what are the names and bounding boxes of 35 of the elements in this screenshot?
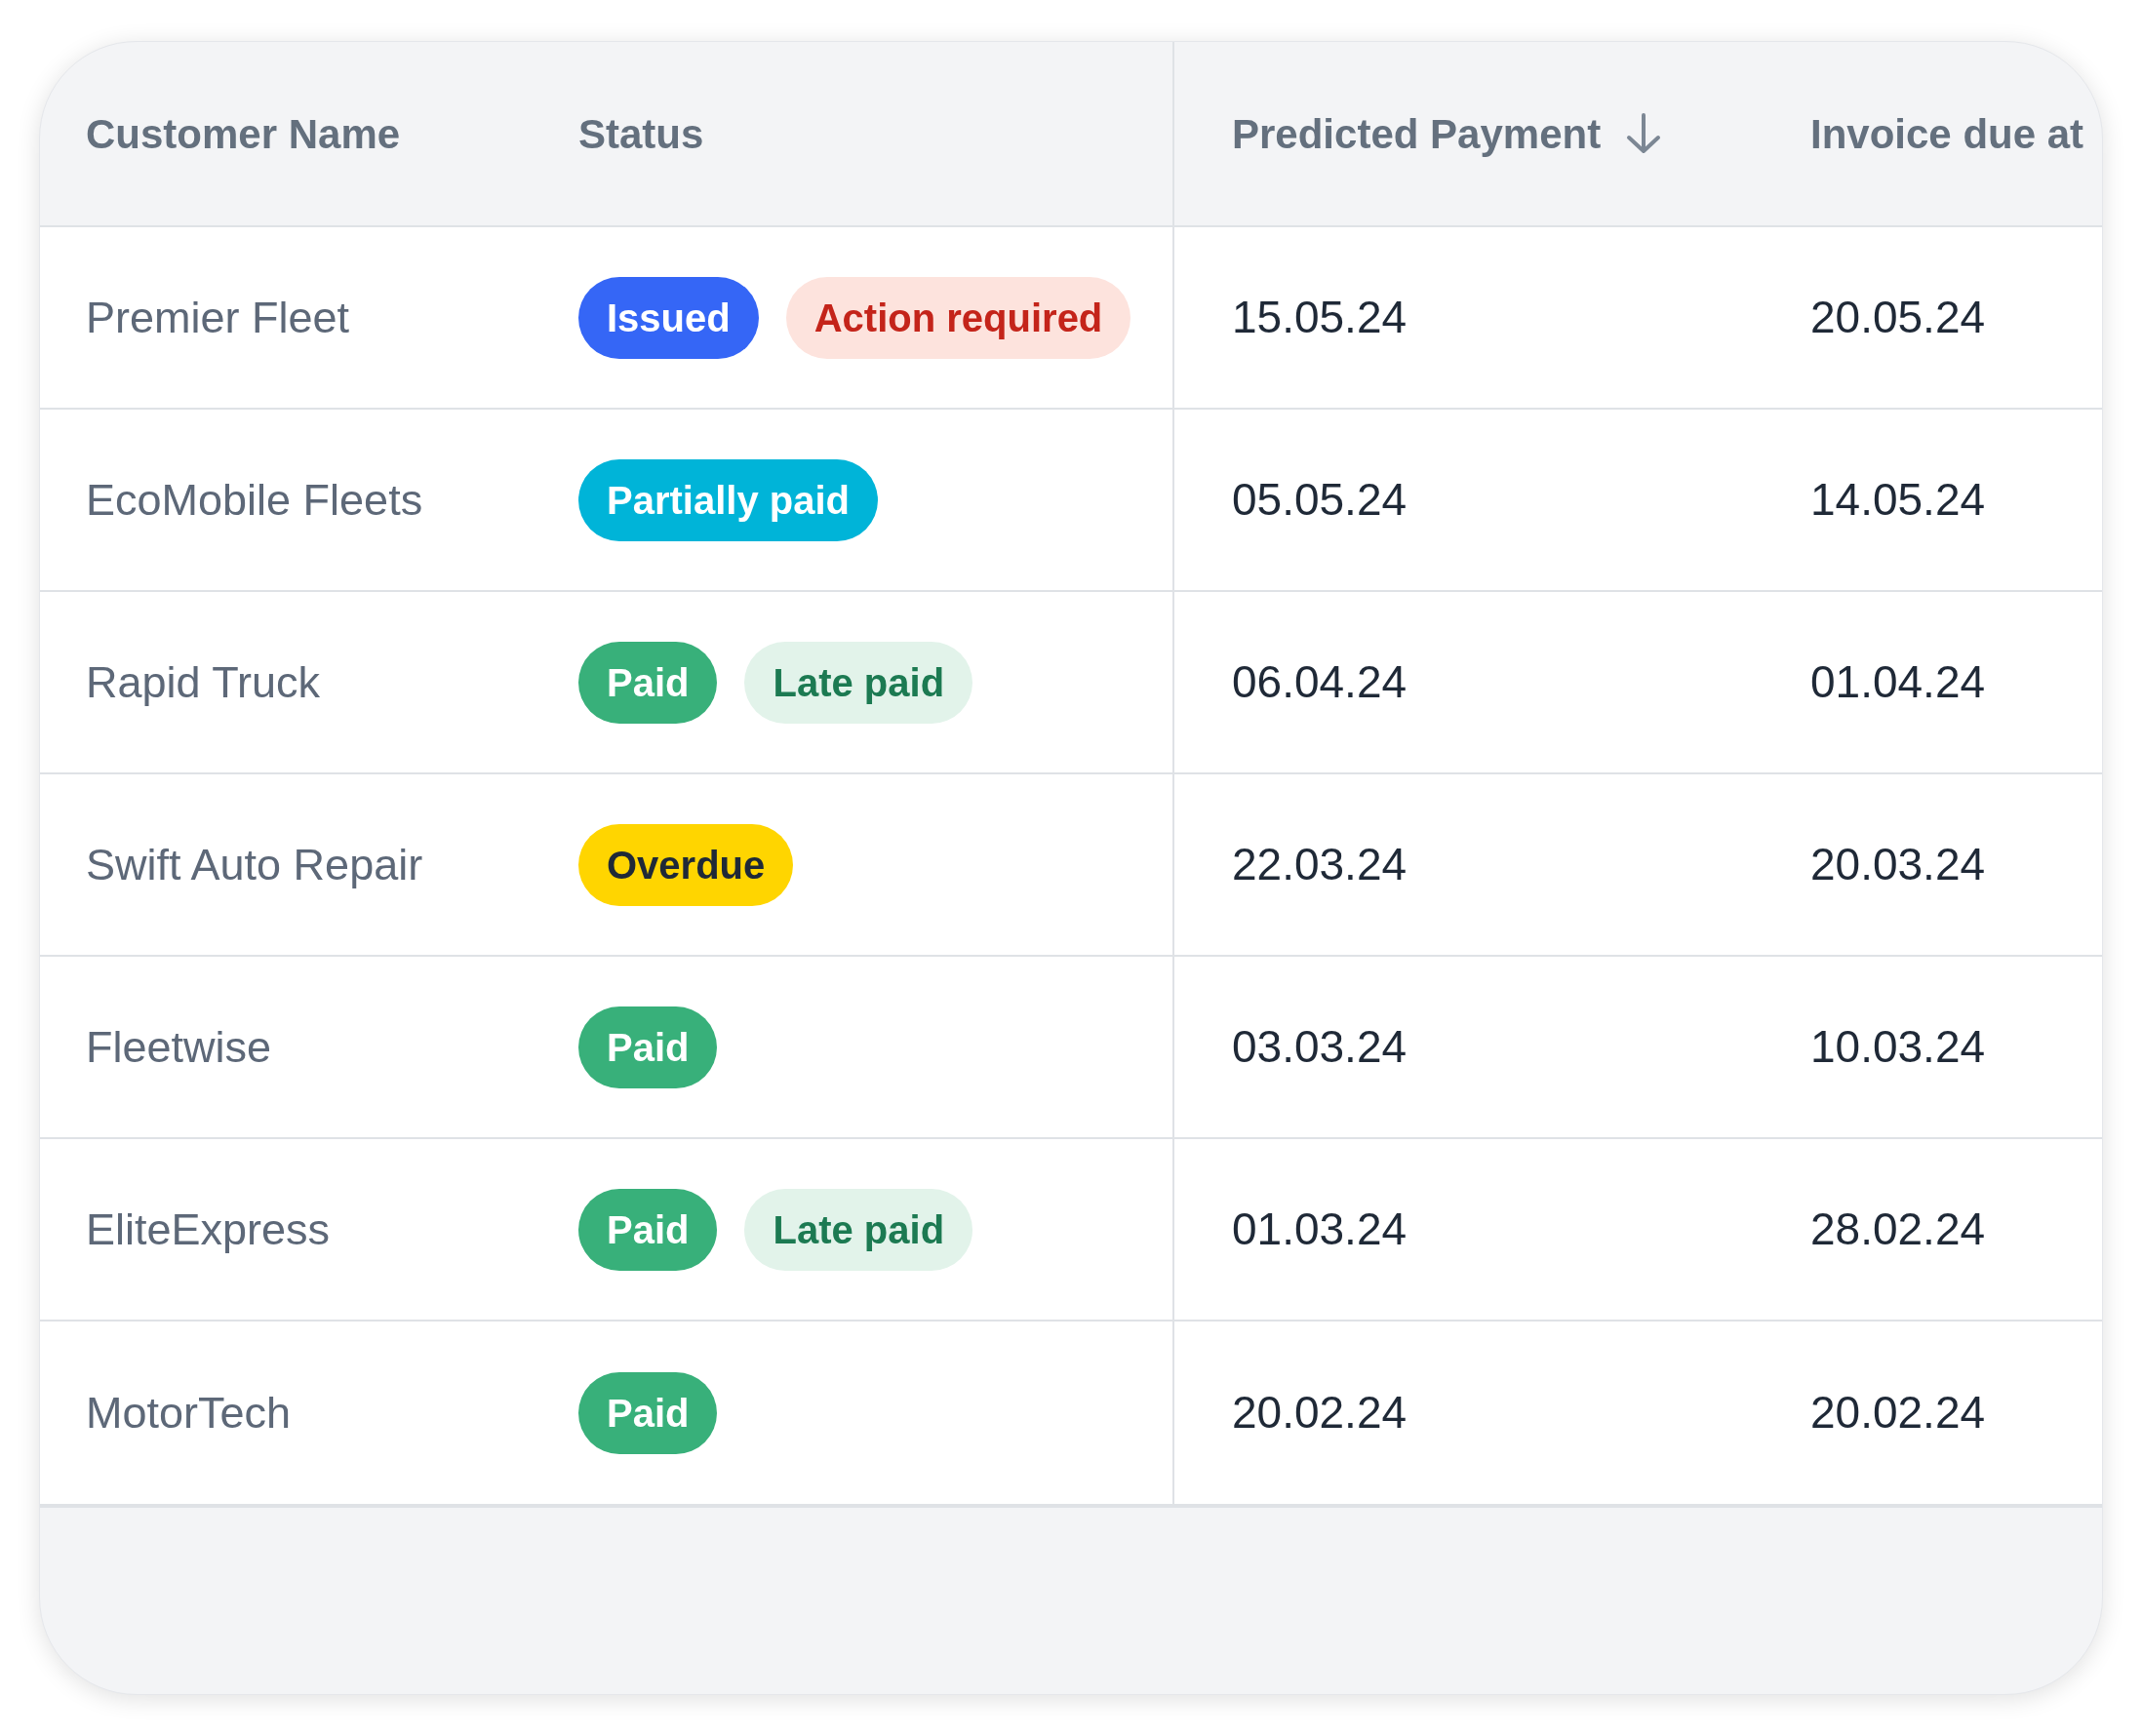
date-cell-text: 20.05.24 [1810,291,1986,344]
date-cell-text: 20.02.24 [1232,1386,1408,1440]
date-cell-text: 15.05.24 [1232,291,1408,344]
status-badge: Paid [578,1371,718,1454]
date-cell-text: 05.05.24 [1232,473,1408,527]
date-cell-text: 10.03.24 [1810,1020,1986,1074]
column-header[interactable]: Predicted Payment [1232,102,1602,165]
status-badge: Paid [578,1188,718,1271]
status-badge: Late paid [744,641,973,724]
status-badge: Paid [578,1006,718,1088]
status-badge: Paid [578,641,718,724]
customer-name: Swift Auto Repair [86,838,423,891]
status-badge: Overdue [578,823,794,906]
date-cell-text: 28.02.24 [1810,1203,1986,1256]
status-badge: Partially paid [578,458,878,541]
date-cell-text: 01.04.24 [1810,655,1986,709]
customer-name: MotorTech [86,1386,292,1440]
date-cell-text: 20.02.24 [1810,1386,1986,1440]
date-cell-text: 06.04.24 [1232,655,1408,709]
date-cell-text: 20.03.24 [1810,838,1986,891]
customer-name: Premier Fleet [86,291,350,344]
customer-name: Rapid Truck [86,655,321,709]
customer-name: EliteExpress [86,1203,331,1256]
date-cell-text: 14.05.24 [1810,473,1986,527]
date-cell-text: 01.03.24 [1232,1203,1408,1256]
customer-name: EcoMobile Fleets [86,473,423,527]
status-badge: Action required [785,276,1131,359]
customer-name: Fleetwise [86,1020,272,1074]
date-cell-text: 22.03.24 [1232,838,1408,891]
column-header[interactable]: Status [578,102,704,165]
status-badge: Late paid [744,1188,973,1271]
date-cell-text: 03.03.24 [1232,1020,1408,1074]
status-badge: Issued [578,276,759,359]
column-header[interactable]: Customer Name [86,102,401,165]
column-header[interactable]: Invoice due at [1810,102,2084,165]
